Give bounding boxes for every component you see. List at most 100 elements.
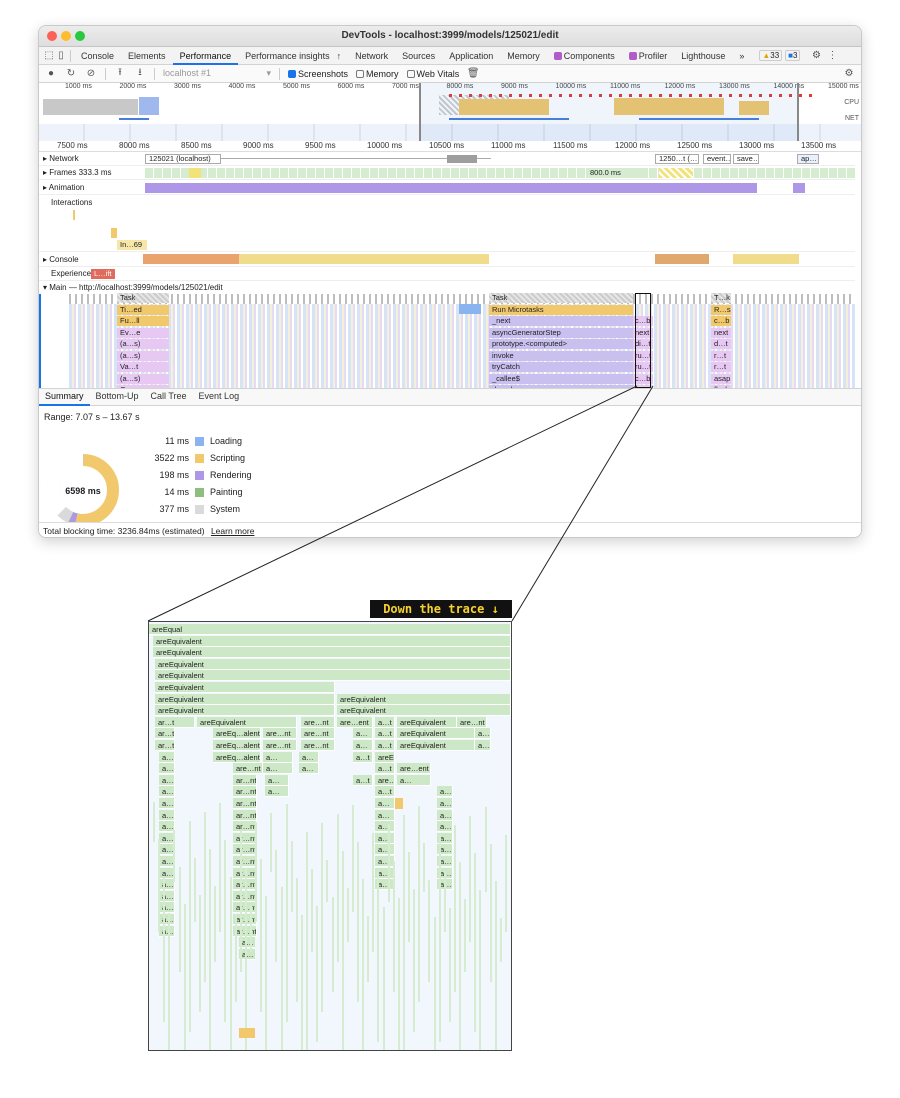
deep-stack-column [290, 841, 293, 912]
flame-frame[interactable]: a… [159, 798, 175, 809]
flame-frame[interactable]: areEquivalent [153, 635, 511, 647]
flame-frame[interactable]: a… [375, 798, 395, 809]
flame-frame[interactable]: a… [159, 925, 175, 937]
flame-frame[interactable]: ar…nt [233, 809, 257, 821]
flame-frame[interactable]: areEqual [149, 624, 511, 635]
leaf-frame[interactable] [239, 1028, 255, 1038]
deep-stack-column [428, 880, 431, 982]
flame-frame[interactable]: ar…nt [233, 832, 257, 844]
flame-frame[interactable]: ar…nt [233, 844, 257, 856]
flame-frame[interactable]: a… [475, 728, 491, 740]
flame-frame[interactable]: a… [437, 821, 453, 833]
flame-frame[interactable]: ar…t [155, 728, 175, 740]
flame-frame[interactable]: a…t [353, 751, 373, 763]
deep-stack-column [346, 888, 349, 942]
flame-frame[interactable]: ar…t [155, 740, 175, 751]
flame-frame[interactable]: a… [159, 890, 175, 902]
deep-stack-column [173, 830, 176, 882]
flame-frame[interactable]: areEquivalent [397, 728, 475, 740]
flame-frame[interactable]: a… [475, 740, 491, 751]
flame-frame[interactable]: areEquivalent [155, 670, 511, 682]
deep-stack-column [168, 913, 171, 1050]
flame-frame[interactable]: areEquivalent [155, 705, 335, 717]
flame-frame[interactable]: ar…nt [233, 821, 257, 833]
flame-frame[interactable]: areEquivalent [375, 751, 395, 763]
flame-frame[interactable]: a… [159, 751, 175, 763]
deep-stack-column [448, 908, 451, 1022]
flame-frame[interactable]: a… [375, 832, 395, 844]
flame-frame[interactable]: a…t [375, 728, 395, 740]
deep-stack-column [234, 914, 237, 1002]
flame-frame[interactable]: are…nt [301, 740, 335, 751]
deep-stack-column [443, 871, 446, 932]
deep-stack-column [285, 804, 288, 1022]
flame-frame[interactable]: are…nt [457, 716, 487, 728]
callout-line-right [511, 385, 654, 622]
flame-frame[interactable]: areEquivalent [155, 658, 511, 670]
flame-frame[interactable]: a…t [375, 740, 395, 751]
flame-frame[interactable]: a… [263, 751, 293, 763]
flame-frame[interactable]: a… [375, 844, 395, 856]
deep-stack-column [239, 831, 242, 972]
flame-frame[interactable]: a… [159, 914, 175, 925]
flame-frame[interactable]: a… [353, 728, 373, 740]
deep-stack-column [351, 805, 354, 912]
flame-frame[interactable]: a… [437, 798, 453, 809]
zoom-caption: Down the trace ↓ [370, 600, 512, 618]
deep-stack-column [331, 897, 334, 992]
flame-frame[interactable]: areEquivalent [337, 693, 511, 705]
flame-frame[interactable]: ar…nt [233, 856, 257, 867]
flame-frame[interactable]: areEq…alent [213, 728, 261, 740]
flame-frame[interactable]: a… [299, 751, 319, 763]
flame-frame[interactable]: a… [299, 763, 319, 775]
leaf-frame[interactable] [395, 798, 403, 809]
flame-frame[interactable]: are…nt [233, 763, 263, 775]
flame-frame[interactable]: areEquivalent [153, 647, 511, 659]
flame-frame[interactable]: a… [437, 786, 453, 798]
flame-frame[interactable]: areEquivalent [337, 705, 511, 717]
flame-frame[interactable]: areEquivalent [155, 693, 335, 705]
deep-stack-column [438, 834, 441, 1042]
flame-frame[interactable]: a… [159, 809, 175, 821]
deep-stack-column [249, 905, 252, 952]
deep-stack-column [464, 899, 467, 972]
flame-frame[interactable]: areEquivalent [397, 716, 457, 728]
flame-frame[interactable]: a… [159, 786, 175, 798]
deep-stack-column [387, 824, 390, 902]
deep-stack-column [392, 861, 395, 992]
flame-frame[interactable]: ar…nt [233, 786, 257, 798]
flame-frame[interactable]: a…t [353, 774, 373, 786]
flame-frame[interactable]: a… [159, 902, 175, 914]
flame-frame[interactable]: are…nt [301, 728, 335, 740]
flame-frame[interactable]: a… [437, 809, 453, 821]
flame-frame[interactable]: a… [265, 786, 289, 798]
deep-stack-column [153, 802, 155, 842]
flame-frame[interactable]: a… [263, 763, 293, 775]
flame-frame[interactable]: a… [375, 821, 395, 833]
flame-frame[interactable]: ar…nt [233, 774, 257, 786]
flame-frame[interactable]: are…nt [263, 728, 297, 740]
deep-stack-column [453, 825, 456, 992]
flame-frame[interactable]: a… [159, 774, 175, 786]
flame-frame[interactable]: a… [397, 774, 431, 786]
flame-frame[interactable]: are…ent [375, 774, 395, 786]
flame-frame[interactable]: are…nt [263, 740, 297, 751]
flame-frame[interactable]: areEquivalent [155, 682, 335, 693]
flame-frame[interactable]: are…ent [397, 763, 431, 775]
flame-frame[interactable]: areEquivalent [197, 716, 297, 728]
flame-frame[interactable]: areEquivalent [397, 740, 475, 751]
flame-frame[interactable]: are…ent [337, 716, 373, 728]
flame-frame[interactable]: a…t [375, 786, 395, 798]
flame-frame[interactable]: a… [375, 809, 395, 821]
flame-frame[interactable]: are…nt [301, 716, 335, 728]
flame-frame[interactable]: a… [159, 763, 175, 775]
flame-frame[interactable]: areEq…alent [213, 751, 261, 763]
flame-frame[interactable]: areEq…alent [213, 740, 261, 751]
flame-frame[interactable]: a…t [375, 763, 395, 775]
flame-frame[interactable]: ar…t [155, 716, 195, 728]
flame-frame[interactable]: a… [265, 774, 289, 786]
deep-stack-column [188, 821, 191, 1032]
flame-frame[interactable]: a…t [375, 716, 395, 728]
flame-frame[interactable]: a… [353, 740, 373, 751]
flame-frame[interactable]: ar…nt [233, 798, 257, 809]
